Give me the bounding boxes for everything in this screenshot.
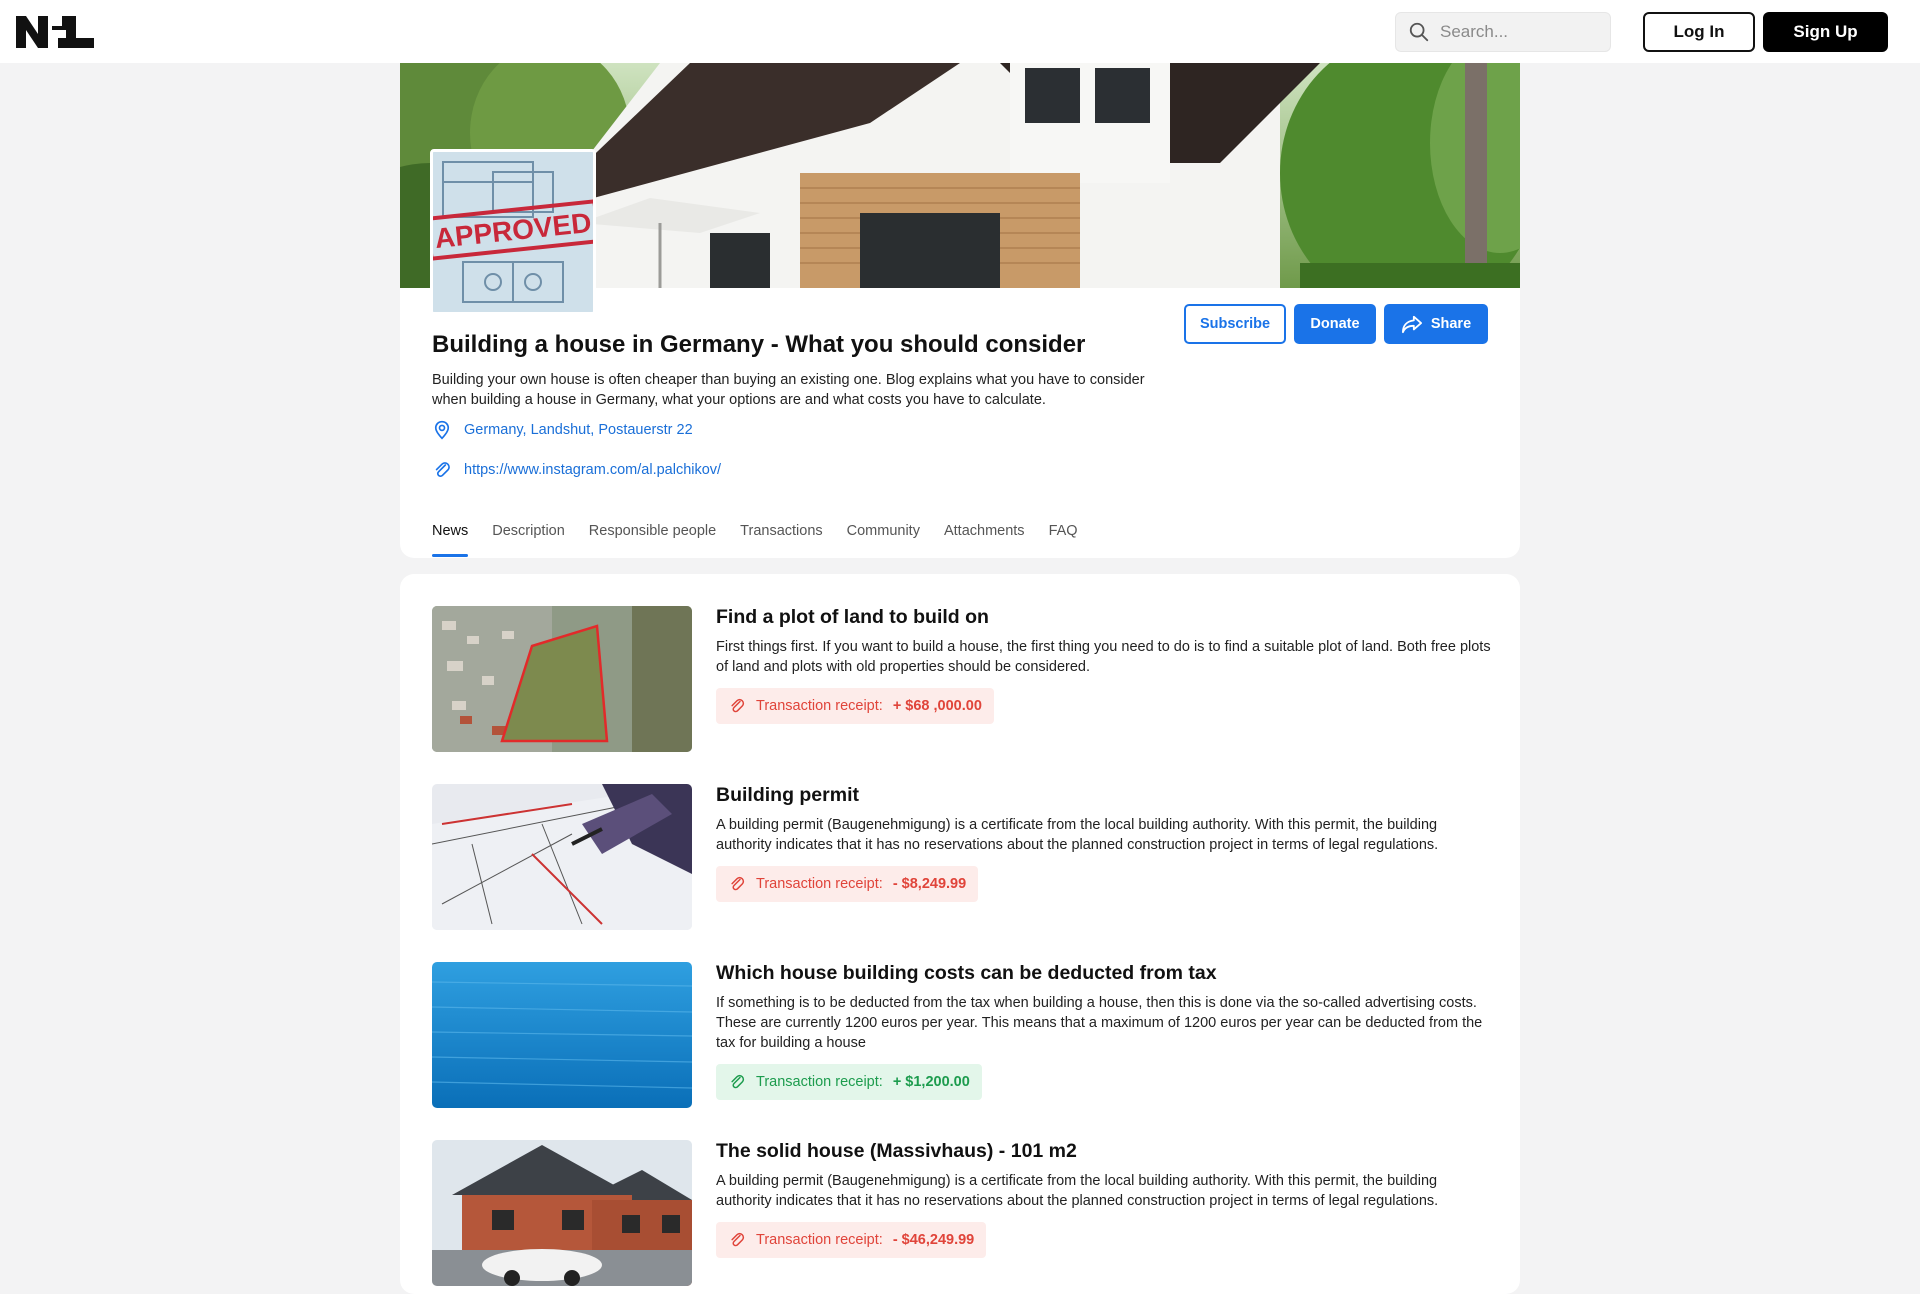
news-thumbnail[interactable] <box>432 784 692 930</box>
tab-transactions[interactable]: Transactions <box>740 523 822 557</box>
donate-button[interactable]: Donate <box>1294 304 1376 344</box>
log-in-button[interactable]: Log In <box>1643 12 1755 52</box>
news-title[interactable]: Which house building costs can be deduct… <box>716 962 1217 985</box>
receipt-amount: - $8,249.99 <box>892 876 967 892</box>
news-thumbnail[interactable] <box>432 606 692 752</box>
paperclip-icon <box>731 1232 745 1247</box>
location-pin-icon <box>434 420 450 440</box>
news-text: A building permit (Baugenehmigung) is a … <box>716 817 1439 853</box>
project-title: Building a house in Germany - What you s… <box>432 331 1086 358</box>
news-title[interactable]: Building permit <box>716 784 859 807</box>
news-title[interactable]: Find a plot of land to build on <box>716 606 989 629</box>
search-icon <box>1409 22 1429 42</box>
location-text[interactable]: Germany, Landshut, Postauerstr 22 <box>464 422 693 438</box>
receipt-amount: - $46,249.99 <box>892 1232 975 1248</box>
news-item[interactable]: Which house building costs can be deduct… <box>432 962 1488 1108</box>
share-arrow-icon <box>1401 315 1422 334</box>
receipt-label: Transaction receipt: <box>756 698 883 714</box>
paperclip-icon <box>731 698 745 713</box>
paperclip-icon <box>731 1074 745 1089</box>
location-row: Germany, Landshut, Postauerstr 22 <box>432 420 693 440</box>
receipt-label: Transaction receipt: <box>756 1232 883 1248</box>
profile-tabs: News Description Responsible people Tran… <box>432 523 1102 557</box>
news-title[interactable]: The solid house (Massivhaus) - 101 m2 <box>716 1140 1077 1163</box>
search-box[interactable] <box>1395 12 1611 52</box>
sign-up-button[interactable]: Sign Up <box>1763 12 1888 52</box>
news-thumbnail[interactable] <box>432 1140 692 1286</box>
receipt-amount: + $1,200.00 <box>892 1074 970 1090</box>
news-text: If something is to be deducted from the … <box>716 995 1483 1051</box>
news-item[interactable]: Building permit A building permit (Bauge… <box>432 784 1488 930</box>
transaction-receipt[interactable]: Transaction receipt: - $8,249.99 <box>716 866 979 902</box>
receipt-label: Transaction receipt: <box>756 876 883 892</box>
news-thumbnail[interactable] <box>432 962 692 1108</box>
tab-responsible-people[interactable]: Responsible people <box>589 523 716 557</box>
n1-logo[interactable] <box>16 16 94 48</box>
search-input[interactable] <box>1440 22 1600 42</box>
receipt-label: Transaction receipt: <box>756 1074 883 1090</box>
project-profile-card: APPROVED Building a house in Germany - W… <box>400 63 1520 558</box>
share-label: Share <box>1430 316 1472 332</box>
news-feed: Find a plot of land to build on First th… <box>400 574 1520 1294</box>
news-item[interactable]: The solid house (Massivhaus) - 101 m2 A … <box>432 1140 1488 1286</box>
news-item[interactable]: Find a plot of land to build on First th… <box>432 606 1491 752</box>
share-button[interactable]: Share <box>1384 304 1488 344</box>
tab-faq[interactable]: FAQ <box>1049 523 1078 557</box>
top-navigation-bar: Log In Sign Up <box>0 0 1920 63</box>
tab-attachments[interactable]: Attachments <box>944 523 1025 557</box>
transaction-receipt[interactable]: Transaction receipt: - $46,249.99 <box>716 1222 987 1258</box>
subscribe-button[interactable]: Subscribe <box>1184 304 1286 344</box>
tab-community[interactable]: Community <box>847 523 920 557</box>
instagram-link[interactable]: https://www.instagram.com/al.palchikov/ <box>464 462 721 478</box>
project-description: Building your own house is often cheaper… <box>432 372 1145 408</box>
link-row: https://www.instagram.com/al.palchikov/ <box>432 460 721 480</box>
project-avatar: APPROVED <box>430 149 596 315</box>
tab-description[interactable]: Description <box>492 523 565 557</box>
transaction-receipt[interactable]: Transaction receipt: + $68 ,000.00 <box>716 688 994 724</box>
news-text: First things first. If you want to build… <box>716 639 1491 675</box>
paperclip-icon <box>435 462 450 477</box>
receipt-amount: + $68 ,000.00 <box>892 698 982 714</box>
news-text: A building permit (Baugenehmigung) is a … <box>716 1173 1439 1209</box>
tab-news[interactable]: News <box>432 523 469 557</box>
transaction-receipt[interactable]: Transaction receipt: + $1,200.00 <box>716 1064 982 1100</box>
paperclip-icon <box>731 876 745 891</box>
